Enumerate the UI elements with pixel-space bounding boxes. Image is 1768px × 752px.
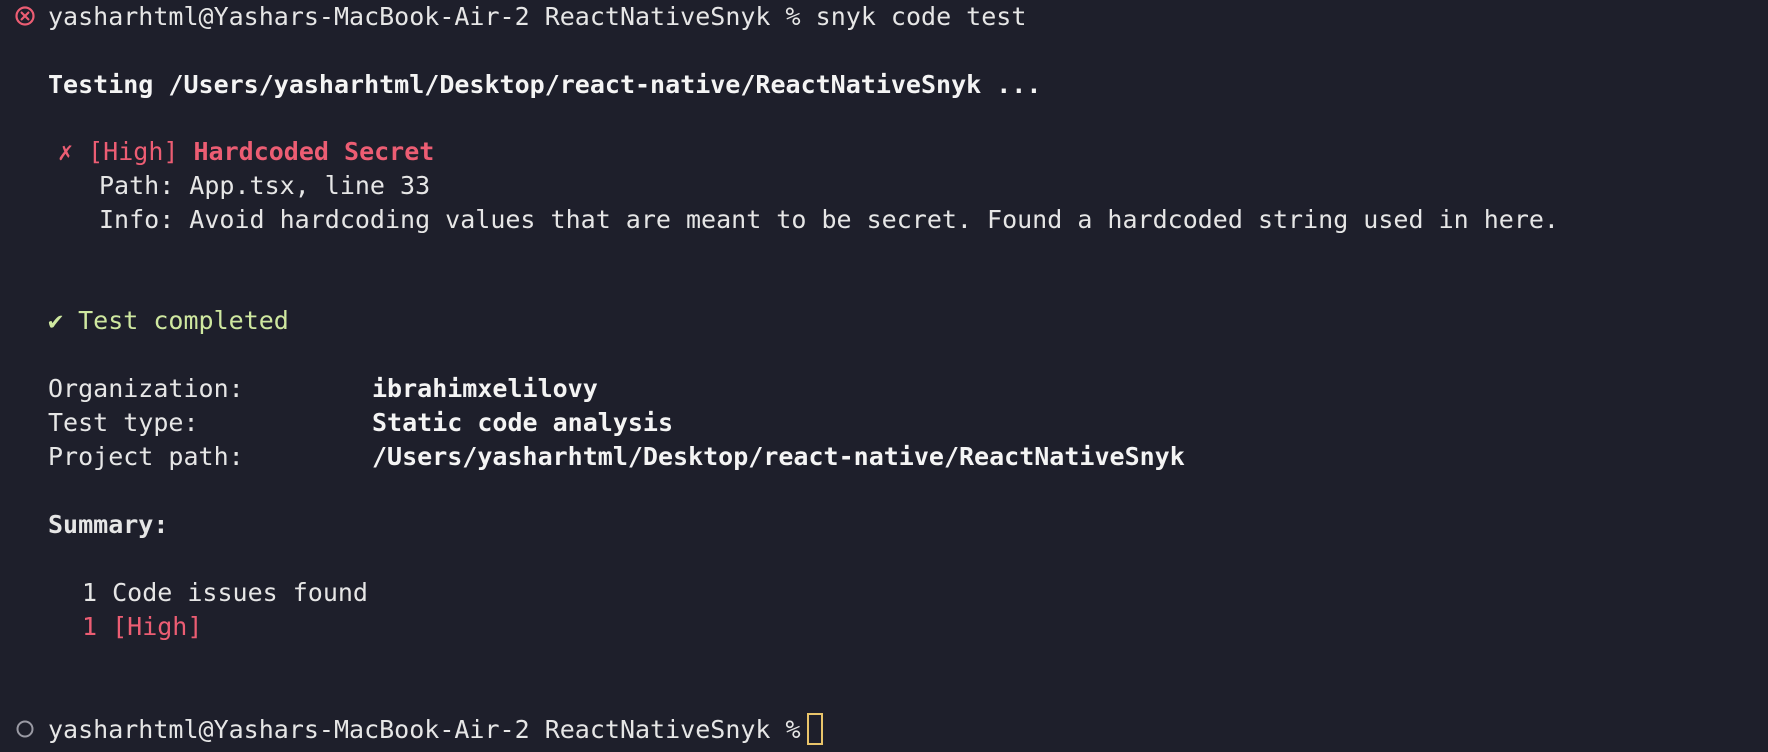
prompt-directory-2: ReactNativeSnyk	[544, 715, 771, 744]
project-path-row: Project path: /Users/yasharhtml/Desktop/r…	[48, 440, 1185, 474]
prompt-symbol-2: %	[785, 715, 801, 744]
prompt-user-host-2: yasharhtml@Yashars-MacBook-Air-2	[48, 715, 530, 744]
issue-title: Hardcoded Secret	[193, 137, 435, 166]
prompt-user-host: yasharhtml@Yashars-MacBook-Air-2	[48, 2, 530, 31]
prompt-symbol: %	[785, 2, 801, 31]
issue-path: Path: App.tsx, line 33	[99, 171, 431, 200]
command-prompt-line: yasharhtml@Yashars-MacBook-Air-2 ReactNa…	[48, 0, 1026, 34]
organization-row: Organization: ibrahimxelilovy	[48, 372, 598, 406]
issue-header: ✗ [High] Hardcoded Secret	[58, 135, 434, 169]
issue-fail-mark: ✗	[58, 137, 74, 166]
summary-issues-found: 1 Code issues found	[82, 578, 368, 607]
summary-heading: Summary:	[48, 510, 169, 539]
organization-label: Organization:	[48, 374, 244, 403]
prompt-command: snyk code test	[815, 2, 1027, 31]
issue-severity: [High]	[88, 137, 179, 166]
project-path-value: /Users/yasharhtml/Desktop/react-native/R…	[372, 442, 1185, 471]
project-path-label: Project path:	[48, 442, 244, 471]
summary-high-count: 1 [High]	[82, 612, 203, 641]
test-type-value: Static code analysis	[372, 408, 674, 437]
issue-info: Info: Avoid hardcoding values that are m…	[99, 205, 1559, 234]
idle-circle-icon	[16, 720, 34, 738]
test-completed-line: ✔ Test completed	[48, 304, 289, 338]
test-type-label: Test type:	[48, 408, 199, 437]
test-completed-text: Test completed	[78, 306, 289, 335]
check-icon: ✔	[48, 306, 64, 335]
active-prompt-line[interactable]: yasharhtml@Yashars-MacBook-Air-2 ReactNa…	[48, 713, 823, 747]
testing-line: Testing /Users/yasharhtml/Desktop/react-…	[48, 70, 1042, 99]
error-circle-icon	[15, 6, 35, 26]
test-type-row: Test type: Static code analysis	[48, 406, 673, 440]
prompt-directory: ReactNativeSnyk	[544, 2, 771, 31]
organization-value: ibrahimxelilovy	[372, 374, 598, 403]
text-cursor[interactable]	[806, 713, 823, 745]
